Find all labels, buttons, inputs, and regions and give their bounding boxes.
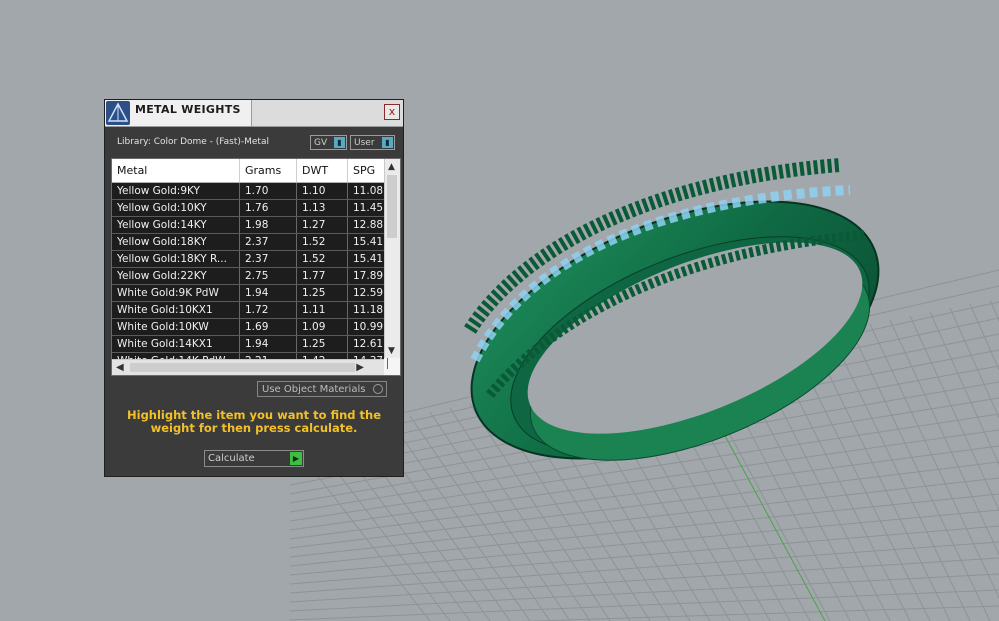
table-row[interactable]: Yellow Gold:22KY 2.75 1.77 17.89 (112, 268, 388, 285)
column-header-metal[interactable]: Metal (112, 159, 240, 182)
cell-grams: 1.70 (240, 183, 297, 199)
table-row[interactable]: White Gold:14KX1 1.94 1.25 12.61 (112, 336, 388, 353)
cell-grams: 1.98 (240, 217, 297, 233)
cell-spg: 12.59 (348, 285, 388, 301)
dropdown-arrow-icon: ▮ (334, 137, 345, 148)
cell-metal: White Gold:10KW (112, 319, 240, 335)
scroll-down-icon[interactable]: ▼ (388, 346, 395, 356)
table-body: Yellow Gold:9KY 1.70 1.10 11.08 Yellow Gold:… (112, 183, 388, 370)
cell-dwt: 1.11 (297, 302, 348, 318)
cell-grams: 2.37 (240, 234, 297, 250)
cell-grams: 2.75 (240, 268, 297, 284)
use-object-materials-label: Use Object Materials (262, 384, 366, 395)
cell-grams: 1.72 (240, 302, 297, 318)
cell-metal: White Gold:10KX1 (112, 302, 240, 318)
table-header-row: Metal Grams DWT SPG (112, 159, 388, 183)
table-row[interactable]: Yellow Gold:18KY R... 2.37 1.52 15.41 (112, 251, 388, 268)
table-row[interactable]: White Gold:10KX1 1.72 1.11 11.18 (112, 302, 388, 319)
cell-dwt: 1.52 (297, 251, 348, 267)
cell-dwt: 1.25 (297, 336, 348, 352)
cell-spg: 11.08 (348, 183, 388, 199)
user-dropdown[interactable]: User ▮ (350, 135, 395, 150)
play-arrow-icon[interactable]: ▶ (290, 452, 302, 465)
instructions-text: Highlight the item you want to find the … (127, 408, 381, 435)
vertical-scroll-thumb[interactable] (387, 175, 397, 238)
cell-grams: 1.69 (240, 319, 297, 335)
panel-title: METAL WEIGHTS (135, 103, 241, 116)
scroll-up-icon[interactable]: ▲ (388, 162, 395, 172)
dropdown-arrow-icon: ▮ (382, 137, 393, 148)
cell-dwt: 1.13 (297, 200, 348, 216)
table-row[interactable]: Yellow Gold:14KY 1.98 1.27 12.88 (112, 217, 388, 234)
library-label: Library: Color Dome - (Fast)-Metal (117, 137, 269, 147)
vertical-scrollbar[interactable]: ▲ ▼ (384, 159, 400, 358)
radio-icon[interactable] (373, 384, 383, 394)
cell-dwt: 1.10 (297, 183, 348, 199)
cell-dwt: 1.52 (297, 234, 348, 250)
cell-metal: Yellow Gold:18KY (112, 234, 240, 250)
scroll-right-icon[interactable]: ▶ (356, 362, 364, 373)
gv-dropdown-value: GV (314, 138, 328, 148)
column-header-dwt[interactable]: DWT (297, 159, 348, 182)
calculate-label: Calculate (208, 453, 255, 464)
cell-metal: Yellow Gold:18KY R... (112, 251, 240, 267)
panel-tab[interactable]: METAL WEIGHTS (105, 100, 252, 126)
cell-metal: Yellow Gold:10KY (112, 200, 240, 216)
cell-dwt: 1.77 (297, 268, 348, 284)
cell-spg: 11.45 (348, 200, 388, 216)
cell-spg: 15.41 (348, 251, 388, 267)
horizontal-scroll-thumb[interactable] (130, 363, 355, 372)
cell-metal: White Gold:9K PdW (112, 285, 240, 301)
panel-titlebar[interactable]: METAL WEIGHTS x (105, 100, 403, 127)
cell-dwt: 1.25 (297, 285, 348, 301)
cell-grams: 1.94 (240, 336, 297, 352)
column-header-grams[interactable]: Grams (240, 159, 297, 182)
column-header-spg[interactable]: SPG (348, 159, 388, 182)
cell-spg: 12.61 (348, 336, 388, 352)
cell-dwt: 1.09 (297, 319, 348, 335)
scroll-left-icon[interactable]: ◀ (116, 362, 124, 373)
cell-spg: 11.18 (348, 302, 388, 318)
cell-spg: 12.88 (348, 217, 388, 233)
cell-metal: Yellow Gold:14KY (112, 217, 240, 233)
cell-spg: 17.89 (348, 268, 388, 284)
table-row[interactable]: Yellow Gold:18KY 2.37 1.52 15.41 (112, 234, 388, 251)
horizontal-scrollbar[interactable]: ◀ ▶ (112, 359, 384, 375)
cell-dwt: 1.27 (297, 217, 348, 233)
user-dropdown-value: User (354, 138, 375, 148)
app-logo-icon (106, 101, 130, 125)
metal-weights-table[interactable]: Metal Grams DWT SPG Yellow Gold:9KY 1.70 1… (111, 158, 401, 376)
use-object-materials-option[interactable]: Use Object Materials (257, 381, 387, 397)
cell-metal: White Gold:14KX1 (112, 336, 240, 352)
cell-spg: 15.41 (348, 234, 388, 250)
metal-weights-panel: METAL WEIGHTS x Library: Color Dome - (F… (104, 99, 404, 477)
cell-grams: 2.37 (240, 251, 297, 267)
cell-spg: 10.99 (348, 319, 388, 335)
table-row[interactable]: Yellow Gold:9KY 1.70 1.10 11.08 (112, 183, 388, 200)
close-icon[interactable]: x (384, 104, 400, 120)
cell-grams: 1.76 (240, 200, 297, 216)
cell-metal: Yellow Gold:9KY (112, 183, 240, 199)
table-row[interactable]: White Gold:10KW 1.69 1.09 10.99 (112, 319, 388, 336)
table-row[interactable]: Yellow Gold:10KY 1.76 1.13 11.45 (112, 200, 388, 217)
gv-dropdown[interactable]: GV ▮ (310, 135, 347, 150)
cell-grams: 1.94 (240, 285, 297, 301)
calculate-button[interactable]: Calculate ▶ (204, 450, 304, 467)
cell-metal: Yellow Gold:22KY (112, 268, 240, 284)
table-row[interactable]: White Gold:9K PdW 1.94 1.25 12.59 (112, 285, 388, 302)
